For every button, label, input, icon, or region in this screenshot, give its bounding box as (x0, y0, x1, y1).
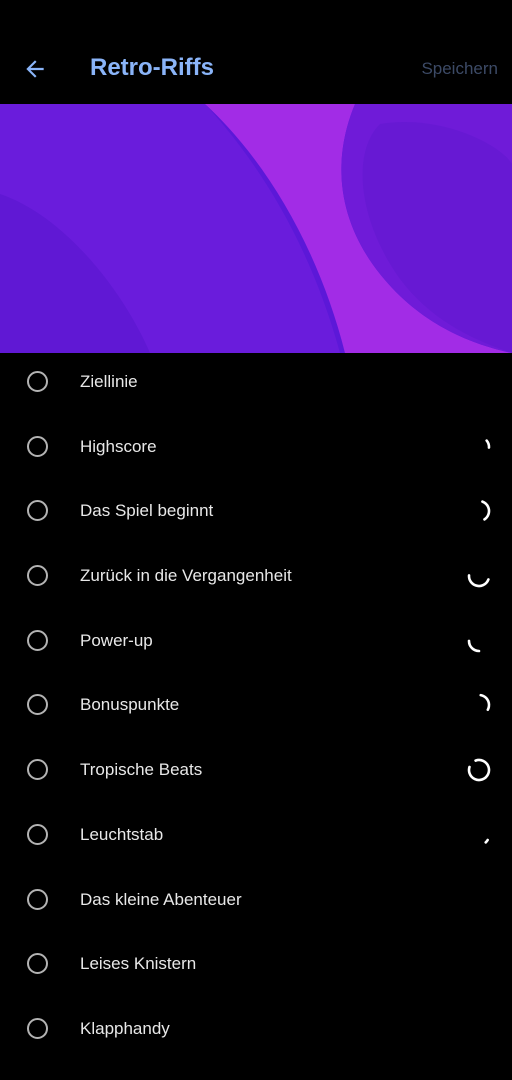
radio-button[interactable] (27, 759, 48, 781)
radio-button[interactable] (27, 371, 48, 392)
loading-spinner-icon (467, 629, 491, 653)
radio-button[interactable] (27, 435, 48, 457)
app-bar: Retro-Riffs Speichern (0, 0, 512, 104)
loading-spinner-icon (467, 694, 491, 717)
sound-list-item[interactable]: Highscore (0, 416, 512, 481)
sound-list-item[interactable]: Power-up (0, 610, 512, 675)
sound-label: Leises Knistern (80, 954, 197, 974)
radio-button[interactable] (27, 629, 48, 651)
sound-list-item[interactable]: Leises Knistern (0, 933, 512, 998)
sound-label: Das kleine Abenteuer (80, 889, 242, 909)
save-button[interactable]: Speichern (421, 59, 498, 79)
sound-label: Bonuspunkte (80, 695, 180, 715)
sound-list-item[interactable]: Das Spiel beginnt (0, 480, 512, 545)
back-button[interactable] (14, 48, 56, 90)
sound-list-item[interactable]: Bonuspunkte (0, 674, 512, 739)
sound-label: Klapphandy (80, 1018, 170, 1038)
radio-button[interactable] (27, 500, 48, 522)
sound-label: Leuchtstab (80, 824, 164, 844)
radio-button[interactable] (27, 694, 48, 716)
sound-label: Zurück in die Vergangenheit (80, 566, 292, 586)
radio-button[interactable] (27, 1017, 48, 1039)
loading-spinner-icon (467, 823, 491, 847)
sound-label: Power-up (80, 630, 153, 650)
arrow-left-icon (26, 60, 44, 78)
sound-list-item[interactable]: Leuchtstab (0, 804, 512, 869)
page-title: Retro-Riffs (90, 54, 214, 81)
sound-label: Tropische Beats (80, 760, 203, 780)
sound-list-item[interactable]: Das kleine Abenteuer (0, 869, 512, 934)
sound-list-item[interactable]: Klapphandy (0, 998, 512, 1063)
sound-list: Ziellinie Highscore Das Spiel beginnt Zurüc… (0, 351, 512, 1063)
sound-label: Ziellinie (80, 372, 138, 391)
loading-spinner-icon (467, 500, 491, 523)
sound-list-item[interactable]: Ziellinie (0, 351, 512, 416)
radio-button[interactable] (27, 888, 48, 910)
sound-label: Highscore (80, 436, 157, 456)
radio-button[interactable] (27, 953, 48, 975)
sound-list-item[interactable]: Zurück in die Vergangenheit (0, 545, 512, 610)
loading-spinner-icon (467, 758, 491, 782)
radio-button[interactable] (27, 823, 48, 845)
sound-list-item[interactable]: Tropische Beats (0, 739, 512, 804)
sound-label: Das Spiel beginnt (80, 501, 214, 521)
loading-spinner-icon (467, 564, 491, 588)
loading-spinner-icon (467, 435, 491, 458)
radio-button[interactable] (27, 565, 48, 587)
banner-artwork (0, 104, 512, 353)
